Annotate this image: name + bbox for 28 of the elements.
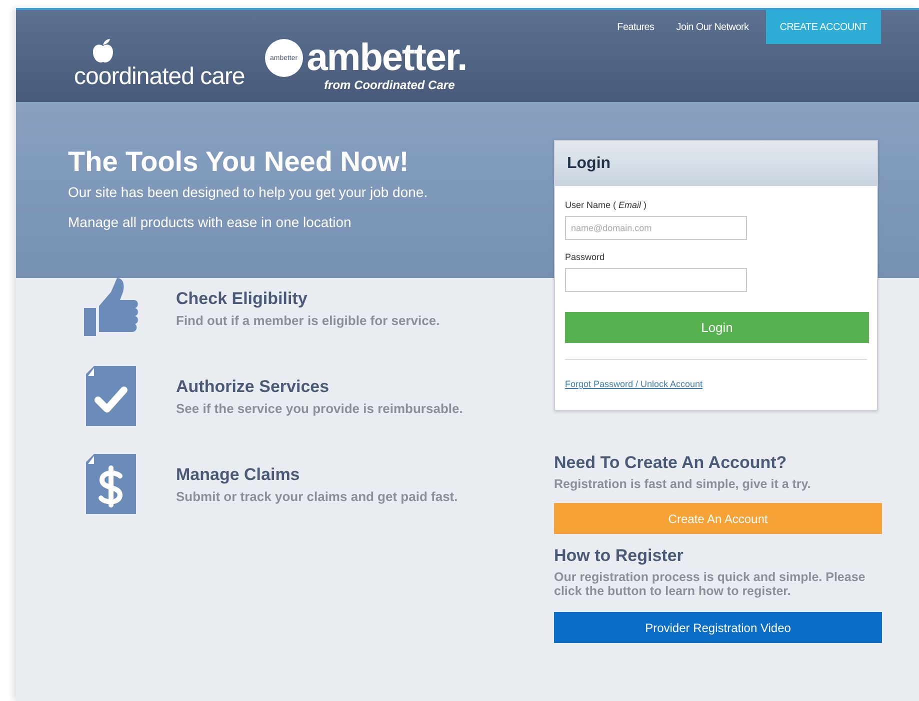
feature-title: Check Eligibility [176,288,308,308]
registration-video-button[interactable]: Provider Registration Video [554,612,882,643]
password-field[interactable] [565,268,747,292]
field-label: Password [565,252,606,262]
brand-tagline: from Coordinated Care [324,78,455,92]
section-title: How to Register [554,546,684,566]
nav-link[interactable]: Join Our Network [665,10,760,44]
section-title: Need To Create An Account? [554,453,788,473]
section-text: Our registration process is quick and simple. Please click the button to learn how to register. [554,570,866,598]
feature-description: See if the service you provide is reimbursable. [176,400,463,416]
field-label: User Name ( Email ) [565,200,648,210]
feature-description: Find out if a member is eligible for service. [176,312,440,328]
feature-description: Submit or track your claims and get paid fast. [176,488,458,504]
create-account-button[interactable]: CREATE ACCOUNT [766,10,881,44]
hero-text: Our site has been designed to help you get your job done. [68,184,429,200]
hero-text: Manage all products with ease in one location [68,214,352,230]
brand-name: coordinated care [74,64,245,90]
section-text: Registration is fast and simple, give it a try. [554,477,812,491]
hero-title: The Tools You Need Now! [68,146,410,178]
username-field[interactable]: name@domain.com [565,216,747,240]
nav-link[interactable]: Features [606,10,666,44]
feature-title: Manage Claims [176,464,301,484]
login-title: Login [555,141,877,186]
product-name: ambetter. [306,38,467,78]
forgot-password-link[interactable]: Forgot Password / Unlock Account [565,379,703,389]
feature-title: Authorize Services [176,376,330,396]
apple-icon [92,38,114,64]
login-button[interactable]: Login [565,312,869,343]
